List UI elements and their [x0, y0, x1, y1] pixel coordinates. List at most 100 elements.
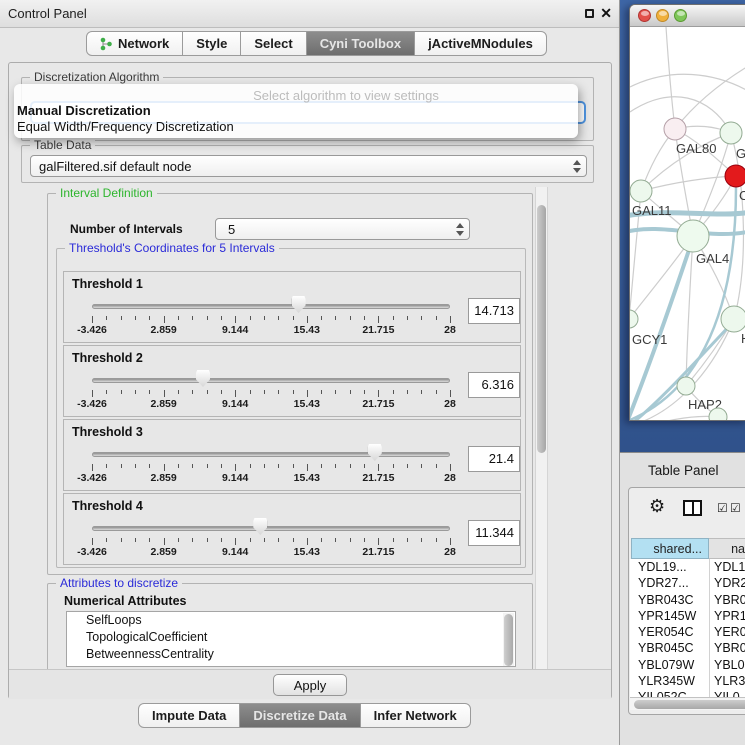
tab-infer-network[interactable]: Infer Network: [360, 703, 471, 728]
screenshot-stage: Control Panel ✕ NetworkStyleSelectCyni T…: [0, 0, 745, 745]
threshold-slider-thumb[interactable]: [368, 444, 382, 461]
number-of-intervals-label: Number of Intervals: [70, 222, 183, 236]
scrollbar-thumb[interactable]: [634, 700, 745, 709]
threshold-value-field[interactable]: 14.713: [468, 298, 520, 324]
tick-mark: [235, 316, 236, 323]
gear-icon[interactable]: ⚙: [649, 496, 665, 517]
checkbox-icon[interactable]: ☑: [730, 501, 741, 515]
network-node[interactable]: [630, 180, 652, 202]
network-canvas[interactable]: GAL80GACGAL11GAL4GCY1HHAP2: [630, 27, 745, 421]
popup-option-equal-width-frequency[interactable]: Equal Width/Frequency Discretization: [17, 119, 234, 134]
table-row[interactable]: YDL19...YDL1: [630, 559, 745, 575]
tick-mark: [192, 538, 193, 542]
network-node[interactable]: [725, 165, 745, 187]
threshold-value-field[interactable]: 11.344: [468, 520, 520, 546]
network-node[interactable]: [720, 122, 742, 144]
threshold-slider-thumb[interactable]: [292, 296, 306, 313]
tab-style[interactable]: Style: [182, 31, 241, 56]
tick-mark: [121, 538, 122, 542]
table-row[interactable]: YBR043CYBR0: [630, 592, 745, 608]
combo-stepper-icon: [455, 222, 464, 237]
threshold-slider-track[interactable]: [92, 452, 450, 457]
tab-cyni-toolbox[interactable]: Cyni Toolbox: [306, 31, 415, 56]
float-window-icon[interactable]: [585, 9, 594, 18]
network-node-label: GAL80: [676, 141, 716, 156]
tab-impute-data[interactable]: Impute Data: [138, 703, 240, 728]
tab-label: Discretize Data: [253, 704, 346, 727]
tick-mark: [178, 316, 179, 320]
tick-label: -3.426: [62, 398, 122, 410]
tick-label: 2.859: [134, 398, 194, 410]
tick-mark: [307, 390, 308, 397]
cell-shared-name: YBR043C: [638, 592, 694, 608]
minimize-traffic-light-icon[interactable]: [656, 9, 669, 22]
tab-jactivemnodules[interactable]: jActiveMNodules: [414, 31, 547, 56]
tick-mark: [192, 316, 193, 320]
attribute-item[interactable]: SelfLoops: [67, 612, 515, 629]
popup-option-manual-discretization[interactable]: Manual Discretization: [17, 103, 151, 118]
table-panel: Table Panel ⚙ ☑ ☑ shared... na YDL19...Y…: [620, 452, 745, 745]
close-traffic-light-icon[interactable]: [638, 9, 651, 22]
column-header-name[interactable]: na: [709, 538, 745, 559]
tick-mark: [250, 316, 251, 320]
threshold-slider-track[interactable]: [92, 526, 450, 531]
tick-mark: [278, 390, 279, 394]
tick-mark: [436, 464, 437, 468]
close-icon[interactable]: ✕: [600, 5, 612, 22]
tick-mark: [207, 390, 208, 394]
top-tab-bar: NetworkStyleSelectCyni ToolboxjActiveMNo…: [86, 31, 547, 56]
table-row[interactable]: YDR27...YDR2: [630, 575, 745, 591]
window-titlebar[interactable]: [630, 5, 745, 27]
tick-label: 2.859: [134, 472, 194, 484]
tick-mark: [378, 316, 379, 323]
threshold-slider-thumb[interactable]: [196, 370, 210, 387]
table-row[interactable]: YLR345WYLR3: [630, 673, 745, 689]
tab-network[interactable]: Network: [86, 31, 183, 56]
table-row[interactable]: YPR145WYPR1: [630, 608, 745, 624]
list-scrollbar-thumb[interactable]: [504, 614, 513, 666]
table-horizontal-scrollbar[interactable]: [630, 697, 745, 710]
columns-icon[interactable]: [683, 500, 702, 516]
attribute-item[interactable]: TopologicalCoefficient: [67, 629, 515, 646]
cell-name: YDR2: [714, 575, 745, 591]
attribute-item[interactable]: BetweennessCentrality: [67, 646, 515, 663]
table-row[interactable]: YBL079WYBL0: [630, 657, 745, 673]
cell-name: YIL0: [714, 689, 740, 697]
tab-label: Impute Data: [152, 704, 226, 727]
apply-button[interactable]: Apply: [273, 674, 347, 696]
threshold-slider-track[interactable]: [92, 378, 450, 383]
tick-mark: [393, 390, 394, 394]
cell-shared-name: YBL079W: [638, 657, 694, 673]
tab-discretize-data[interactable]: Discretize Data: [239, 703, 360, 728]
table-row[interactable]: YIL052CYIL0: [630, 689, 745, 697]
tick-mark: [278, 538, 279, 542]
table-row[interactable]: YBR045CYBR0: [630, 640, 745, 656]
network-node[interactable]: [721, 306, 745, 332]
table-row[interactable]: YER054CYER0: [630, 624, 745, 640]
list-scrollbar[interactable]: [503, 613, 514, 667]
zoom-traffic-light-icon[interactable]: [674, 9, 687, 22]
column-header-shared-name[interactable]: shared...: [631, 538, 709, 559]
cell-shared-name: YBR045C: [638, 640, 694, 656]
tick-mark: [264, 390, 265, 394]
tick-label: 2.859: [134, 546, 194, 558]
number-of-intervals-combobox[interactable]: 5: [215, 218, 470, 240]
network-node[interactable]: [677, 377, 695, 395]
scrollbar-thumb[interactable]: [537, 205, 546, 453]
cell-shared-name: YPR145W: [638, 608, 696, 624]
settings-vertical-scrollbar[interactable]: [535, 187, 548, 673]
threshold-slider-thumb[interactable]: [253, 518, 267, 535]
network-node[interactable]: [664, 118, 686, 140]
network-node[interactable]: [630, 310, 638, 328]
threshold-slider-track[interactable]: [92, 304, 450, 309]
threshold-value-field[interactable]: 6.316: [468, 372, 520, 398]
network-node[interactable]: [709, 408, 727, 421]
tab-label: Infer Network: [374, 704, 457, 727]
tab-select[interactable]: Select: [240, 31, 306, 56]
threshold-value-field[interactable]: 21.4: [468, 446, 520, 472]
numerical-attributes-list[interactable]: SelfLoopsTopologicalCoefficientBetweenne…: [66, 611, 516, 667]
tick-mark: [378, 390, 379, 397]
network-node[interactable]: [677, 220, 709, 252]
checkbox-icon[interactable]: ☑: [717, 501, 728, 515]
table-data-combobox[interactable]: galFiltered.sif default node: [30, 155, 587, 177]
